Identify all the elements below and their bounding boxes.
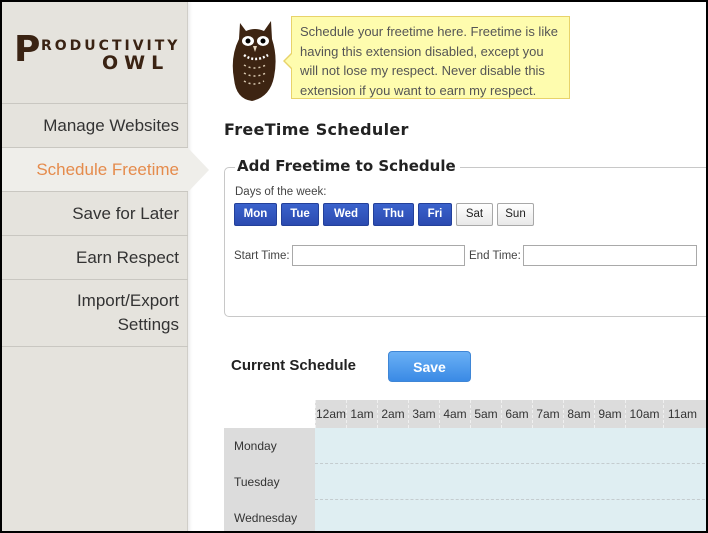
- hour-label: 7am: [532, 400, 563, 428]
- row-divider: [315, 463, 706, 464]
- hour-label: 11am: [663, 400, 701, 428]
- hour-label: 9am: [594, 400, 625, 428]
- schedule-hour-header: 12am 1am 2am 3am 4am 5am 6am 7am 8am 9am…: [315, 400, 706, 428]
- day-toggle-thu[interactable]: Thu: [373, 203, 414, 226]
- day-toggle-wed[interactable]: Wed: [323, 203, 369, 226]
- day-row-label: Wednesday: [234, 511, 298, 525]
- sidebar-item-save-for-later[interactable]: Save for Later: [2, 192, 188, 236]
- start-time-input[interactable]: [292, 245, 465, 266]
- sidebar: P RODUCTIVITY OWL Manage Websites Schedu…: [2, 2, 209, 531]
- current-schedule-title: Current Schedule: [231, 357, 357, 374]
- day-toggle-sat[interactable]: Sat: [456, 203, 493, 226]
- hour-label: 1am: [346, 400, 377, 428]
- day-row-label: Tuesday: [234, 475, 280, 489]
- owl-mascot-icon: [232, 21, 276, 101]
- app-window: P RODUCTIVITY OWL Manage Websites Schedu…: [0, 0, 708, 533]
- start-time-label: Start Time:: [234, 250, 290, 262]
- day-row-label: Monday: [234, 439, 277, 453]
- hour-label: 4am: [439, 400, 470, 428]
- nav-label-line1: Import/Export: [76, 291, 179, 310]
- sidebar-item-import-export-settings[interactable]: Import/Export Settings: [2, 280, 188, 347]
- end-time-input[interactable]: [523, 245, 697, 266]
- sidebar-item-schedule-freetime[interactable]: Schedule Freetime: [2, 148, 209, 192]
- day-toggle-mon[interactable]: Mon: [234, 203, 277, 226]
- add-freetime-legend: Add Freetime to Schedule: [235, 157, 460, 175]
- sidebar-item-earn-respect[interactable]: Earn Respect: [2, 236, 188, 280]
- schedule-grid[interactable]: [315, 428, 706, 531]
- owl-speech-bubble: Schedule your freetime here. Freetime is…: [283, 16, 570, 99]
- day-toggle-fri[interactable]: Fri: [418, 203, 452, 226]
- end-time-label: End Time:: [469, 250, 521, 262]
- hour-label: 12am: [315, 400, 346, 428]
- save-button[interactable]: Save: [388, 351, 471, 382]
- days-of-week-label: Days of the week:: [235, 186, 327, 198]
- logo-bottom-text: OWL: [102, 52, 170, 74]
- hour-label: 5am: [470, 400, 501, 428]
- hour-label: 2am: [377, 400, 408, 428]
- logo-initial: P: [14, 29, 41, 70]
- hour-label: 8am: [563, 400, 594, 428]
- sidebar-nav: Manage Websites Schedule Freetime Save f…: [2, 103, 209, 347]
- schedule-day-labels: Monday Tuesday Wednesday: [224, 428, 315, 531]
- nav-label-line2: Settings: [117, 315, 179, 334]
- productivity-owl-logo: P RODUCTIVITY OWL: [14, 32, 179, 77]
- sidebar-item-manage-websites[interactable]: Manage Websites: [2, 104, 188, 148]
- day-toggle-tue[interactable]: Tue: [281, 203, 319, 226]
- row-divider: [315, 499, 706, 500]
- hour-label: 3am: [408, 400, 439, 428]
- day-toggle-group: Mon Tue Wed Thu Fri Sat Sun: [234, 203, 534, 226]
- hour-label: 6am: [501, 400, 532, 428]
- day-toggle-sun[interactable]: Sun: [497, 203, 534, 226]
- hour-label: 10am: [625, 400, 663, 428]
- page-title: FreeTime Scheduler: [224, 120, 409, 139]
